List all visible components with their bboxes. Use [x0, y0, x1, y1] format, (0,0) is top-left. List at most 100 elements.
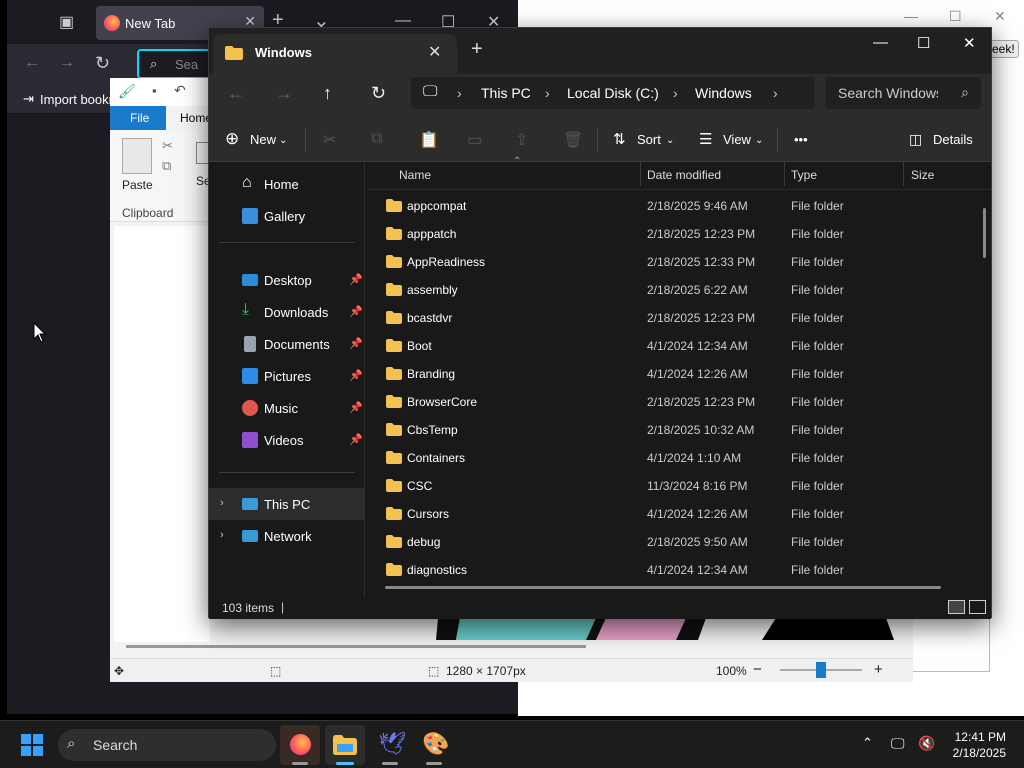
save-icon[interactable]: ▪: [152, 83, 157, 98]
breadcrumb-chevron-icon[interactable]: ›: [673, 85, 678, 101]
explorer-tab-close-icon[interactable]: ✕: [428, 42, 441, 62]
volume-muted-icon[interactable]: 🔇: [918, 735, 935, 752]
zoom-slider-thumb[interactable]: [816, 662, 826, 678]
nav-item-this-pc[interactable]: › This PC: [209, 488, 365, 520]
pin-icon[interactable]: 📌: [349, 401, 363, 414]
table-row[interactable]: debug 2/18/2025 9:50 AM File folder: [369, 528, 969, 556]
zoom-out-button[interactable]: −: [753, 661, 762, 678]
forward-icon[interactable]: →: [59, 54, 75, 72]
column-type[interactable]: Type: [791, 168, 817, 182]
paste-icon[interactable]: 📋: [419, 130, 439, 150]
pin-icon[interactable]: 📌: [349, 433, 363, 446]
more-options-button[interactable]: •••: [794, 132, 808, 147]
nav-item-gallery[interactable]: Gallery: [209, 200, 365, 232]
explorer-new-tab-button[interactable]: +: [471, 38, 483, 61]
vertical-scrollbar[interactable]: [983, 208, 986, 258]
start-button[interactable]: [21, 734, 43, 756]
bg-maximize-button[interactable]: ☐: [949, 8, 962, 25]
cut-icon[interactable]: ✂: [323, 130, 336, 150]
nav-item-pictures[interactable]: Pictures 📌: [209, 360, 365, 392]
file-tab[interactable]: File: [110, 106, 166, 130]
details-view-icon[interactable]: [948, 600, 965, 614]
table-row[interactable]: CbsTemp 2/18/2025 10:32 AM File folder: [369, 416, 969, 444]
breadcrumb[interactable]: 🖵 › This PC › Local Disk (C:) › Windows …: [411, 77, 815, 109]
table-row[interactable]: CSC 11/3/2024 8:16 PM File folder: [369, 472, 969, 500]
explorer-tab[interactable]: Windows ✕: [213, 34, 457, 74]
table-row[interactable]: Boot 4/1/2024 12:34 AM File folder: [369, 332, 969, 360]
explorer-close-button[interactable]: ✕: [963, 34, 976, 52]
sort-icon[interactable]: ⇅: [613, 130, 626, 148]
network-icon[interactable]: 🖵: [891, 735, 905, 752]
new-button[interactable]: New: [250, 132, 276, 147]
view-icon[interactable]: ☰: [699, 130, 712, 148]
details-pane-icon[interactable]: ◫: [909, 131, 922, 148]
nav-item-documents[interactable]: Documents 📌: [209, 328, 365, 360]
search-input[interactable]: Search Windows ⌕: [825, 77, 981, 109]
explorer-minimize-button[interactable]: —: [873, 34, 888, 51]
system-clock[interactable]: 12:41 PM 2/18/2025: [946, 729, 1006, 761]
pin-icon[interactable]: 📌: [349, 305, 363, 318]
nav-item-music[interactable]: Music 📌: [209, 392, 365, 424]
column-separator[interactable]: [640, 162, 641, 186]
nav-item-network[interactable]: › Network: [209, 520, 365, 552]
column-separator[interactable]: [903, 162, 904, 186]
up-icon[interactable]: ↑: [323, 83, 332, 104]
breadcrumb-this-pc[interactable]: This PC: [481, 85, 531, 101]
explorer-maximize-button[interactable]: ☐: [917, 34, 930, 52]
forward-icon[interactable]: →: [275, 83, 293, 104]
table-row[interactable]: Cursors 4/1/2024 12:26 AM File folder: [369, 500, 969, 528]
bg-close-button[interactable]: ✕: [994, 8, 1006, 25]
table-row[interactable]: apppatch 2/18/2025 12:23 PM File folder: [369, 220, 969, 248]
table-row[interactable]: diagnostics 4/1/2024 12:34 AM File folder: [369, 556, 969, 584]
column-size[interactable]: Size: [911, 168, 934, 182]
pin-icon[interactable]: 📌: [349, 369, 363, 382]
table-row[interactable]: Branding 4/1/2024 12:26 AM File folder: [369, 360, 969, 388]
tray-overflow-chevron-icon[interactable]: ⌃: [862, 735, 873, 751]
nav-item-videos[interactable]: Videos 📌: [209, 424, 365, 456]
cut-icon[interactable]: ✂: [162, 138, 173, 154]
copy-icon[interactable]: ⧉: [162, 158, 171, 174]
tab-overview-icon[interactable]: ▣: [59, 12, 74, 32]
table-row[interactable]: appcompat 2/18/2025 9:46 AM File folder: [369, 192, 969, 220]
nav-item-desktop[interactable]: Desktop 📌: [209, 264, 365, 296]
horizontal-scrollbar[interactable]: [385, 586, 941, 589]
breadcrumb-chevron-icon[interactable]: ›: [457, 85, 462, 101]
expand-chevron-icon[interactable]: ›: [220, 529, 224, 541]
table-row[interactable]: bcastdvr 2/18/2025 12:23 PM File folder: [369, 304, 969, 332]
table-row[interactable]: Containers 4/1/2024 1:10 AM File folder: [369, 444, 969, 472]
column-separator[interactable]: [784, 162, 785, 186]
column-date-modified[interactable]: Date modified: [647, 168, 721, 182]
share-icon[interactable]: ⇪: [515, 130, 528, 150]
taskbar-firefox[interactable]: [280, 725, 320, 765]
import-bookmarks-link[interactable]: Import bookn: [40, 92, 116, 107]
copy-icon[interactable]: ⧉: [371, 130, 382, 148]
taskbar-file-explorer[interactable]: [325, 725, 365, 765]
breadcrumb-local-disk[interactable]: Local Disk (C:): [567, 85, 659, 101]
tiles-view-icon[interactable]: [969, 600, 986, 614]
undo-icon[interactable]: ↶: [174, 82, 186, 99]
rename-icon[interactable]: ▭: [467, 130, 482, 150]
taskbar-app-bird[interactable]: 🕊: [370, 725, 410, 765]
column-name[interactable]: Name: [399, 168, 431, 182]
paste-button-label[interactable]: Paste: [122, 178, 153, 192]
pin-icon[interactable]: 📌: [349, 337, 363, 350]
paint-hscrollbar[interactable]: [126, 645, 586, 648]
paste-icon[interactable]: [122, 138, 152, 174]
table-row[interactable]: assembly 2/18/2025 6:22 AM File folder: [369, 276, 969, 304]
delete-icon[interactable]: 🗑: [563, 130, 583, 150]
bg-minimize-button[interactable]: —: [904, 8, 918, 24]
back-icon[interactable]: ←: [227, 83, 245, 104]
zoom-in-button[interactable]: +: [874, 661, 883, 678]
refresh-icon[interactable]: ↻: [371, 83, 386, 104]
details-button[interactable]: Details: [933, 132, 973, 147]
reload-icon[interactable]: ↻: [95, 53, 110, 74]
table-row[interactable]: BrowserCore 2/18/2025 12:23 PM File folder: [369, 388, 969, 416]
breadcrumb-chevron-icon[interactable]: ›: [773, 85, 778, 101]
breadcrumb-windows[interactable]: Windows: [695, 85, 752, 101]
pin-icon[interactable]: 📌: [349, 273, 363, 286]
nav-item-downloads[interactable]: ⤓ Downloads 📌: [209, 296, 365, 328]
breadcrumb-chevron-icon[interactable]: ›: [545, 85, 550, 101]
view-button[interactable]: View: [723, 132, 751, 147]
new-icon[interactable]: ⊕: [225, 129, 239, 149]
back-icon[interactable]: ←: [24, 54, 40, 72]
